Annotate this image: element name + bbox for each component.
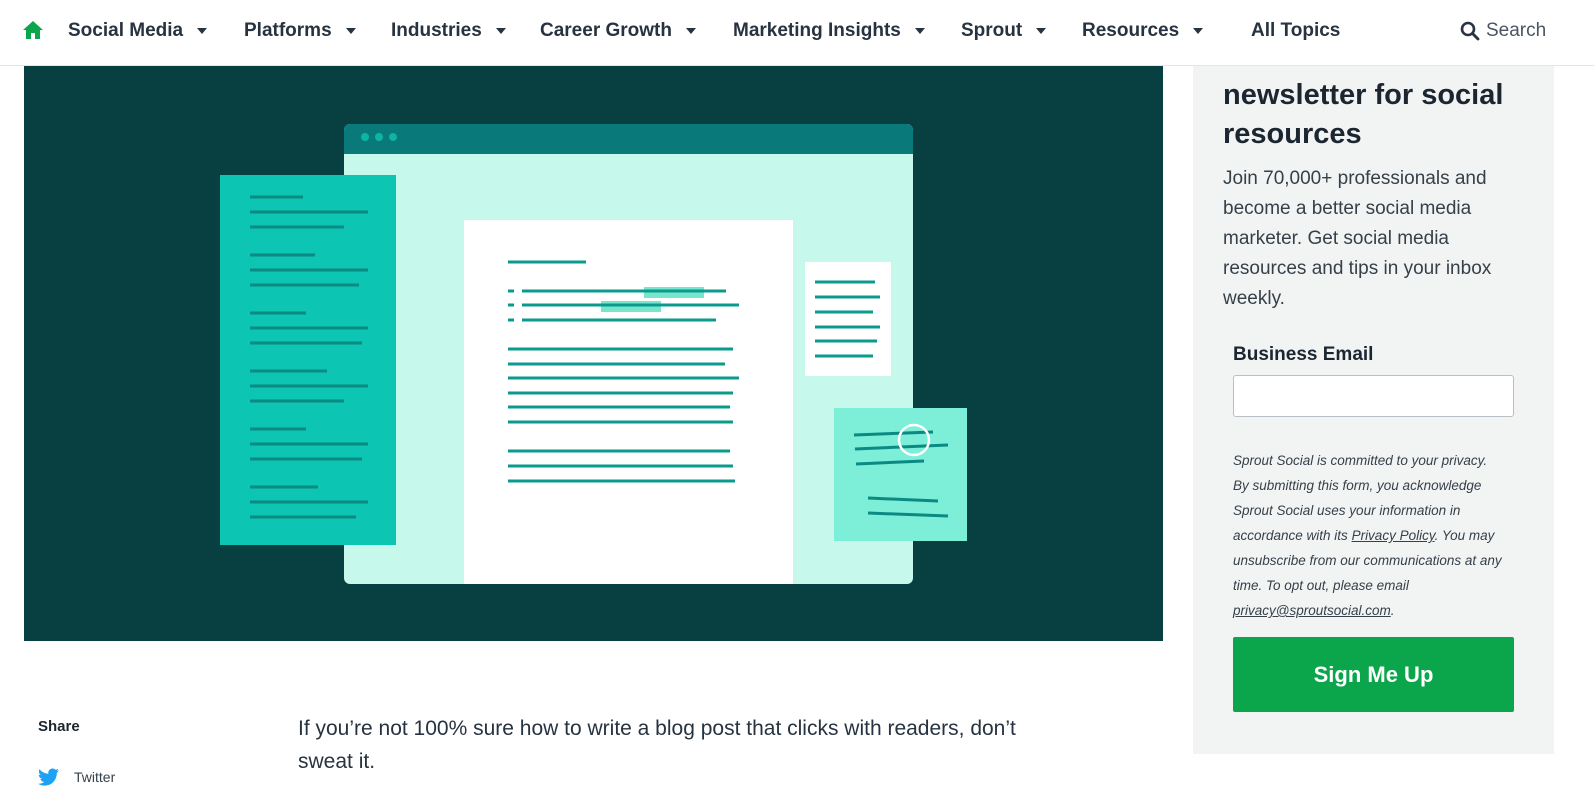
newsletter-description: Join 70,000+ professionals and become a …	[1223, 168, 1492, 309]
newsletter-signup-panel: newsletter for social resources Join 70,…	[1193, 66, 1554, 754]
hero-illustration	[24, 66, 1163, 641]
business-email-field[interactable]	[1233, 375, 1514, 417]
privacy-text-3: .	[1390, 603, 1395, 618]
nav-marketing-insights[interactable]: Marketing Insights	[733, 18, 925, 44]
nav-all-topics-label: All Topics	[1251, 20, 1341, 41]
search-button[interactable]: Search	[1460, 18, 1546, 44]
nav-marketing-insights-label: Marketing Insights	[733, 20, 901, 41]
nav-career-growth[interactable]: Career Growth	[540, 18, 696, 44]
article-intro-paragraph: If you’re not 100% sure how to write a b…	[298, 717, 1016, 773]
nav-sprout-label: Sprout	[961, 20, 1023, 41]
chevron-down-icon	[685, 28, 696, 34]
search-icon	[1460, 21, 1480, 41]
nav-industries[interactable]: Industries	[391, 18, 506, 44]
privacy-email-link[interactable]: privacy@sproutsocial.com	[1233, 603, 1391, 618]
nav-platforms[interactable]: Platforms	[244, 18, 356, 44]
top-navigation: Social Media Platforms Industries Career…	[0, 0, 1594, 66]
privacy-notice: Sprout Social is committed to your priva…	[1233, 448, 1503, 623]
nav-resources[interactable]: Resources	[1082, 18, 1204, 44]
home-icon[interactable]	[22, 19, 44, 41]
chevron-down-icon	[1193, 28, 1204, 34]
share-twitter-link[interactable]: Twitter	[38, 768, 115, 786]
blog-document-illustration	[220, 124, 967, 584]
share-label: Share	[38, 718, 80, 735]
share-twitter-label: Twitter	[74, 769, 116, 785]
chevron-down-icon	[495, 28, 506, 34]
privacy-policy-link[interactable]: Privacy Policy	[1352, 528, 1435, 543]
nav-social-media[interactable]: Social Media	[68, 18, 208, 44]
nav-platforms-label: Platforms	[244, 20, 332, 41]
chevron-down-icon	[914, 28, 925, 34]
nav-all-topics[interactable]: All Topics	[1251, 18, 1340, 44]
nav-career-growth-label: Career Growth	[540, 20, 672, 41]
sign-me-up-button[interactable]: Sign Me Up	[1233, 637, 1514, 712]
nav-industries-label: Industries	[391, 20, 482, 41]
chevron-down-icon	[197, 28, 208, 34]
newsletter-title: newsletter for social resources	[1223, 79, 1504, 150]
nav-social-media-label: Social Media	[68, 20, 184, 41]
search-label: Search	[1486, 20, 1547, 41]
nav-resources-label: Resources	[1082, 20, 1180, 41]
chevron-down-icon	[345, 28, 356, 34]
chevron-down-icon	[1036, 28, 1047, 34]
twitter-icon	[38, 768, 59, 786]
business-email-label: Business Email	[1233, 344, 1374, 365]
nav-sprout[interactable]: Sprout	[961, 18, 1047, 44]
